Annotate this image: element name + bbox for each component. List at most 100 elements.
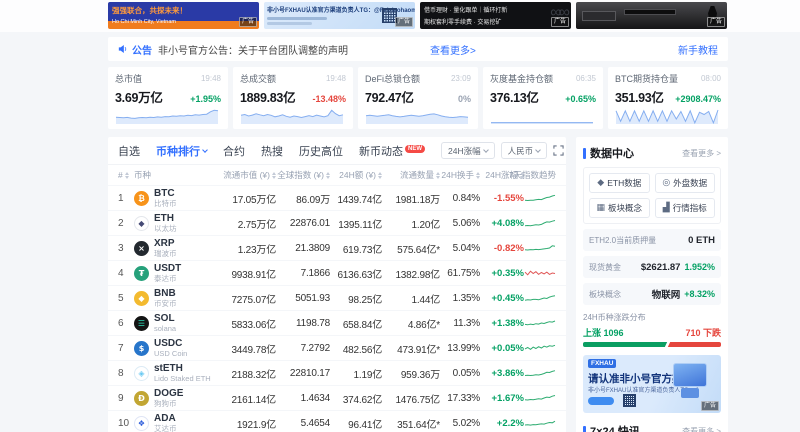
beginner-tutorial-link[interactable]: 新手教程	[678, 42, 718, 57]
change-cell: +2.2%	[480, 418, 524, 429]
row-sparkline	[524, 242, 556, 254]
metric-label: 现货黄金	[589, 262, 621, 273]
tab-新币动态[interactable]: 新币动态NEW	[359, 143, 425, 159]
data-center-button-3[interactable]: ▟行情指标	[655, 198, 716, 218]
mining-rig-graphic	[624, 9, 676, 15]
coin-name: ETH以太坊	[154, 214, 177, 233]
col-header-2[interactable]: 流通市值 (¥)	[214, 169, 276, 181]
sidebar-ad-banner[interactable]: FXHAU 请认准非小号官方渠道 非小号FXHAU认准官方渠道负责人TG：@Fe…	[583, 355, 721, 413]
distribution-label: 24H币种涨跌分布	[583, 312, 721, 323]
stat-timestamp: 08:00	[701, 74, 721, 83]
rank-cell: 2	[118, 218, 134, 229]
stat-title-row: BTC期货持仓量08:00	[615, 72, 721, 85]
col-header-3[interactable]: 全球指数 (¥)	[276, 169, 330, 181]
table-row-BTC[interactable]: 1₿BTC比特币17.05万亿86.09万1439.74亿1981.18万0.8…	[108, 185, 566, 210]
table-row-USDT[interactable]: 4₮USDT泰达币9938.91亿7.18666136.63亿1382.98亿6…	[108, 260, 566, 285]
ad-banner-partner[interactable]: 强强联合，共探未来！ Ho Chi Minh City, Vietnam 广告	[108, 2, 259, 29]
col-header-5[interactable]: 流通数量	[382, 169, 440, 181]
table-header-row: #币种流通市值 (¥)全球指数 (¥)24H额 (¥)流通数量24H换手24H涨…	[108, 165, 566, 185]
fullscreen-icon[interactable]	[553, 145, 564, 156]
col-header-6[interactable]: 24H换手	[440, 169, 480, 181]
coin-symbol: ADA	[154, 414, 177, 424]
stats-card-0[interactable]: 总市值19:483.69万亿+1.95%06-1607-15	[108, 67, 228, 129]
metric-row-0[interactable]: ETH2.0当前质押量0 ETH	[583, 229, 721, 251]
col-header-0[interactable]: #	[118, 170, 134, 180]
data-center-header: 数据中心 查看更多 >	[583, 145, 721, 161]
coin-icon-btc: ₿	[134, 191, 149, 206]
stat-change: +2908.47%	[675, 94, 721, 104]
col-header-4[interactable]: 24H额 (¥)	[330, 169, 382, 181]
ad-subline: Ho Chi Minh City, Vietnam	[108, 16, 259, 25]
ad-banner-mining[interactable]: 广告	[576, 2, 727, 29]
stat-timestamp: 23:09	[451, 74, 471, 83]
button-label: 行情指标	[673, 202, 707, 214]
tab-合约[interactable]: 合约	[223, 143, 245, 159]
tab-币种排行[interactable]: 币种排行	[156, 143, 207, 159]
stat-title: 灰度基金持仓额	[490, 72, 553, 85]
ad-banner-exchange[interactable]: ∞∞ 借币理财 · 量化跟单｜循环打新 期权套利零手续费 · 交易挖矿 广告	[420, 2, 571, 29]
data-center-button-0[interactable]: ◆ETH数据	[589, 173, 650, 193]
coin-cn-name: 比特币	[154, 199, 177, 208]
vol-cell: 1439.74亿	[330, 191, 382, 206]
news-more-link[interactable]: 查看更多 >	[682, 426, 721, 432]
ad-tag: 广告	[239, 17, 257, 27]
tab-label: 历史高位	[299, 143, 343, 159]
table-row-XRP[interactable]: 3×XRP瑞波币1.23万亿21.3809619.73亿575.64亿*5.04…	[108, 235, 566, 260]
cap-cell: 9938.91亿	[214, 266, 276, 281]
row-sparkline	[524, 342, 556, 354]
metric-row-1[interactable]: 现货黄金$2621.871.952%	[583, 256, 721, 278]
banner-illustration	[681, 388, 699, 398]
metric-row-2[interactable]: 板块概念物联网+8.32%	[583, 283, 721, 305]
rank-cell: 1	[118, 193, 134, 204]
coin-icon-xrp: ×	[134, 241, 149, 256]
table-row-USDC[interactable]: 7$USDCUSD Coin3449.78亿7.2792482.56亿473.9…	[108, 335, 566, 360]
stats-card-2[interactable]: DeFi总锁仓额23:09792.47亿0%09-2909-18	[358, 67, 478, 129]
table-row-DOGE[interactable]: 9ÐDOGE狗狗币2161.14亿1.4634374.62亿1476.75亿17…	[108, 385, 566, 410]
turnover-cell: 0.84%	[440, 193, 480, 204]
table-row-BNB[interactable]: 5◆BNB币安币7275.07亿5051.9398.25亿1.44亿1.35%+…	[108, 285, 566, 310]
col-header-1: 币种	[134, 169, 214, 181]
index-cell: 86.09万	[276, 191, 330, 206]
data-center-button-2[interactable]: ▦板块概念	[589, 198, 650, 218]
data-center-more-link[interactable]: 查看更多 >	[682, 148, 721, 159]
stats-card-row: 总市值19:483.69万亿+1.95%06-1607-15总成交额19:481…	[108, 67, 728, 129]
currency-dropdown[interactable]: 人民币	[501, 142, 548, 159]
announcement-more-link[interactable]: 查看更多>	[430, 42, 476, 57]
eth-icon: ◆	[597, 178, 604, 188]
tab-自选[interactable]: 自选	[118, 143, 140, 159]
stats-card-3[interactable]: 灰度基金持仓额06:35376.13亿+0.65%05-1707-15	[483, 67, 603, 129]
stat-value: 792.47亿	[365, 87, 414, 106]
coin-name: BNB币安币	[154, 289, 177, 308]
stat-title-row: DeFi总锁仓额23:09	[365, 72, 471, 85]
sort-icon	[125, 172, 129, 179]
rank-cell: 3	[118, 243, 134, 254]
announcement-text[interactable]: 非小号官方公告：关于平台团队调整的声明	[158, 42, 348, 57]
stat-timestamp: 19:48	[326, 74, 346, 83]
stat-sparkline	[490, 107, 596, 129]
stats-card-4[interactable]: BTC期货持仓量08:00351.93亿+2908.47%07-0207-16	[608, 67, 728, 129]
down-bar-segment	[667, 342, 721, 347]
coin-cell: ×XRP瑞波币	[134, 239, 214, 258]
coin-symbol: SOL	[154, 314, 176, 324]
cap-cell: 2.75万亿	[214, 216, 276, 231]
data-center-button-1[interactable]: ◎外盘数据	[655, 173, 716, 193]
stat-value-row: 3.69万亿+1.95%	[115, 87, 221, 106]
table-row-ETH[interactable]: 2◆ETH以太坊2.75万亿22876.011395.11亿1.20亿5.06%…	[108, 210, 566, 235]
news-title: 7×24 快讯	[590, 423, 640, 432]
ad-banner-fxhau[interactable]: 非小号FXHAU认准官方渠道负责人TG：@Feixiaohaomak 广告	[264, 2, 415, 29]
tab-历史高位[interactable]: 历史高位	[299, 143, 343, 159]
coin-cell: $USDCUSD Coin	[134, 339, 214, 358]
table-body: 1₿BTC比特币17.05万亿86.09万1439.74亿1981.18万0.8…	[108, 185, 566, 432]
table-row-stETH[interactable]: 8◈stETHLido Staked ETH2188.32亿22810.171.…	[108, 360, 566, 385]
change-filter-dropdown[interactable]: 24H涨幅	[441, 142, 495, 159]
table-row-SOL[interactable]: 6☰SOLsolana5833.06亿1198.78658.84亿4.86亿*1…	[108, 310, 566, 335]
change-cell: +4.08%	[480, 218, 524, 229]
stats-card-1[interactable]: 总成交额19:481889.83亿-13.48%06-1607-15	[233, 67, 353, 129]
data-center-metric-list: ETH2.0当前质押量0 ETH 现货黄金$2621.871.952% 板块概念物联…	[583, 229, 721, 305]
table-row-ADA[interactable]: 10❖ADA艾达币1921.9亿5.465496.41亿351.64亿*5.02…	[108, 410, 566, 432]
tab-热搜[interactable]: 热搜	[261, 143, 283, 159]
coin-icon-steth: ◈	[134, 366, 149, 381]
coin-name: USDT泰达币	[154, 264, 181, 283]
ad-tag: 广告	[395, 17, 413, 27]
rank-cell: 8	[118, 368, 134, 379]
